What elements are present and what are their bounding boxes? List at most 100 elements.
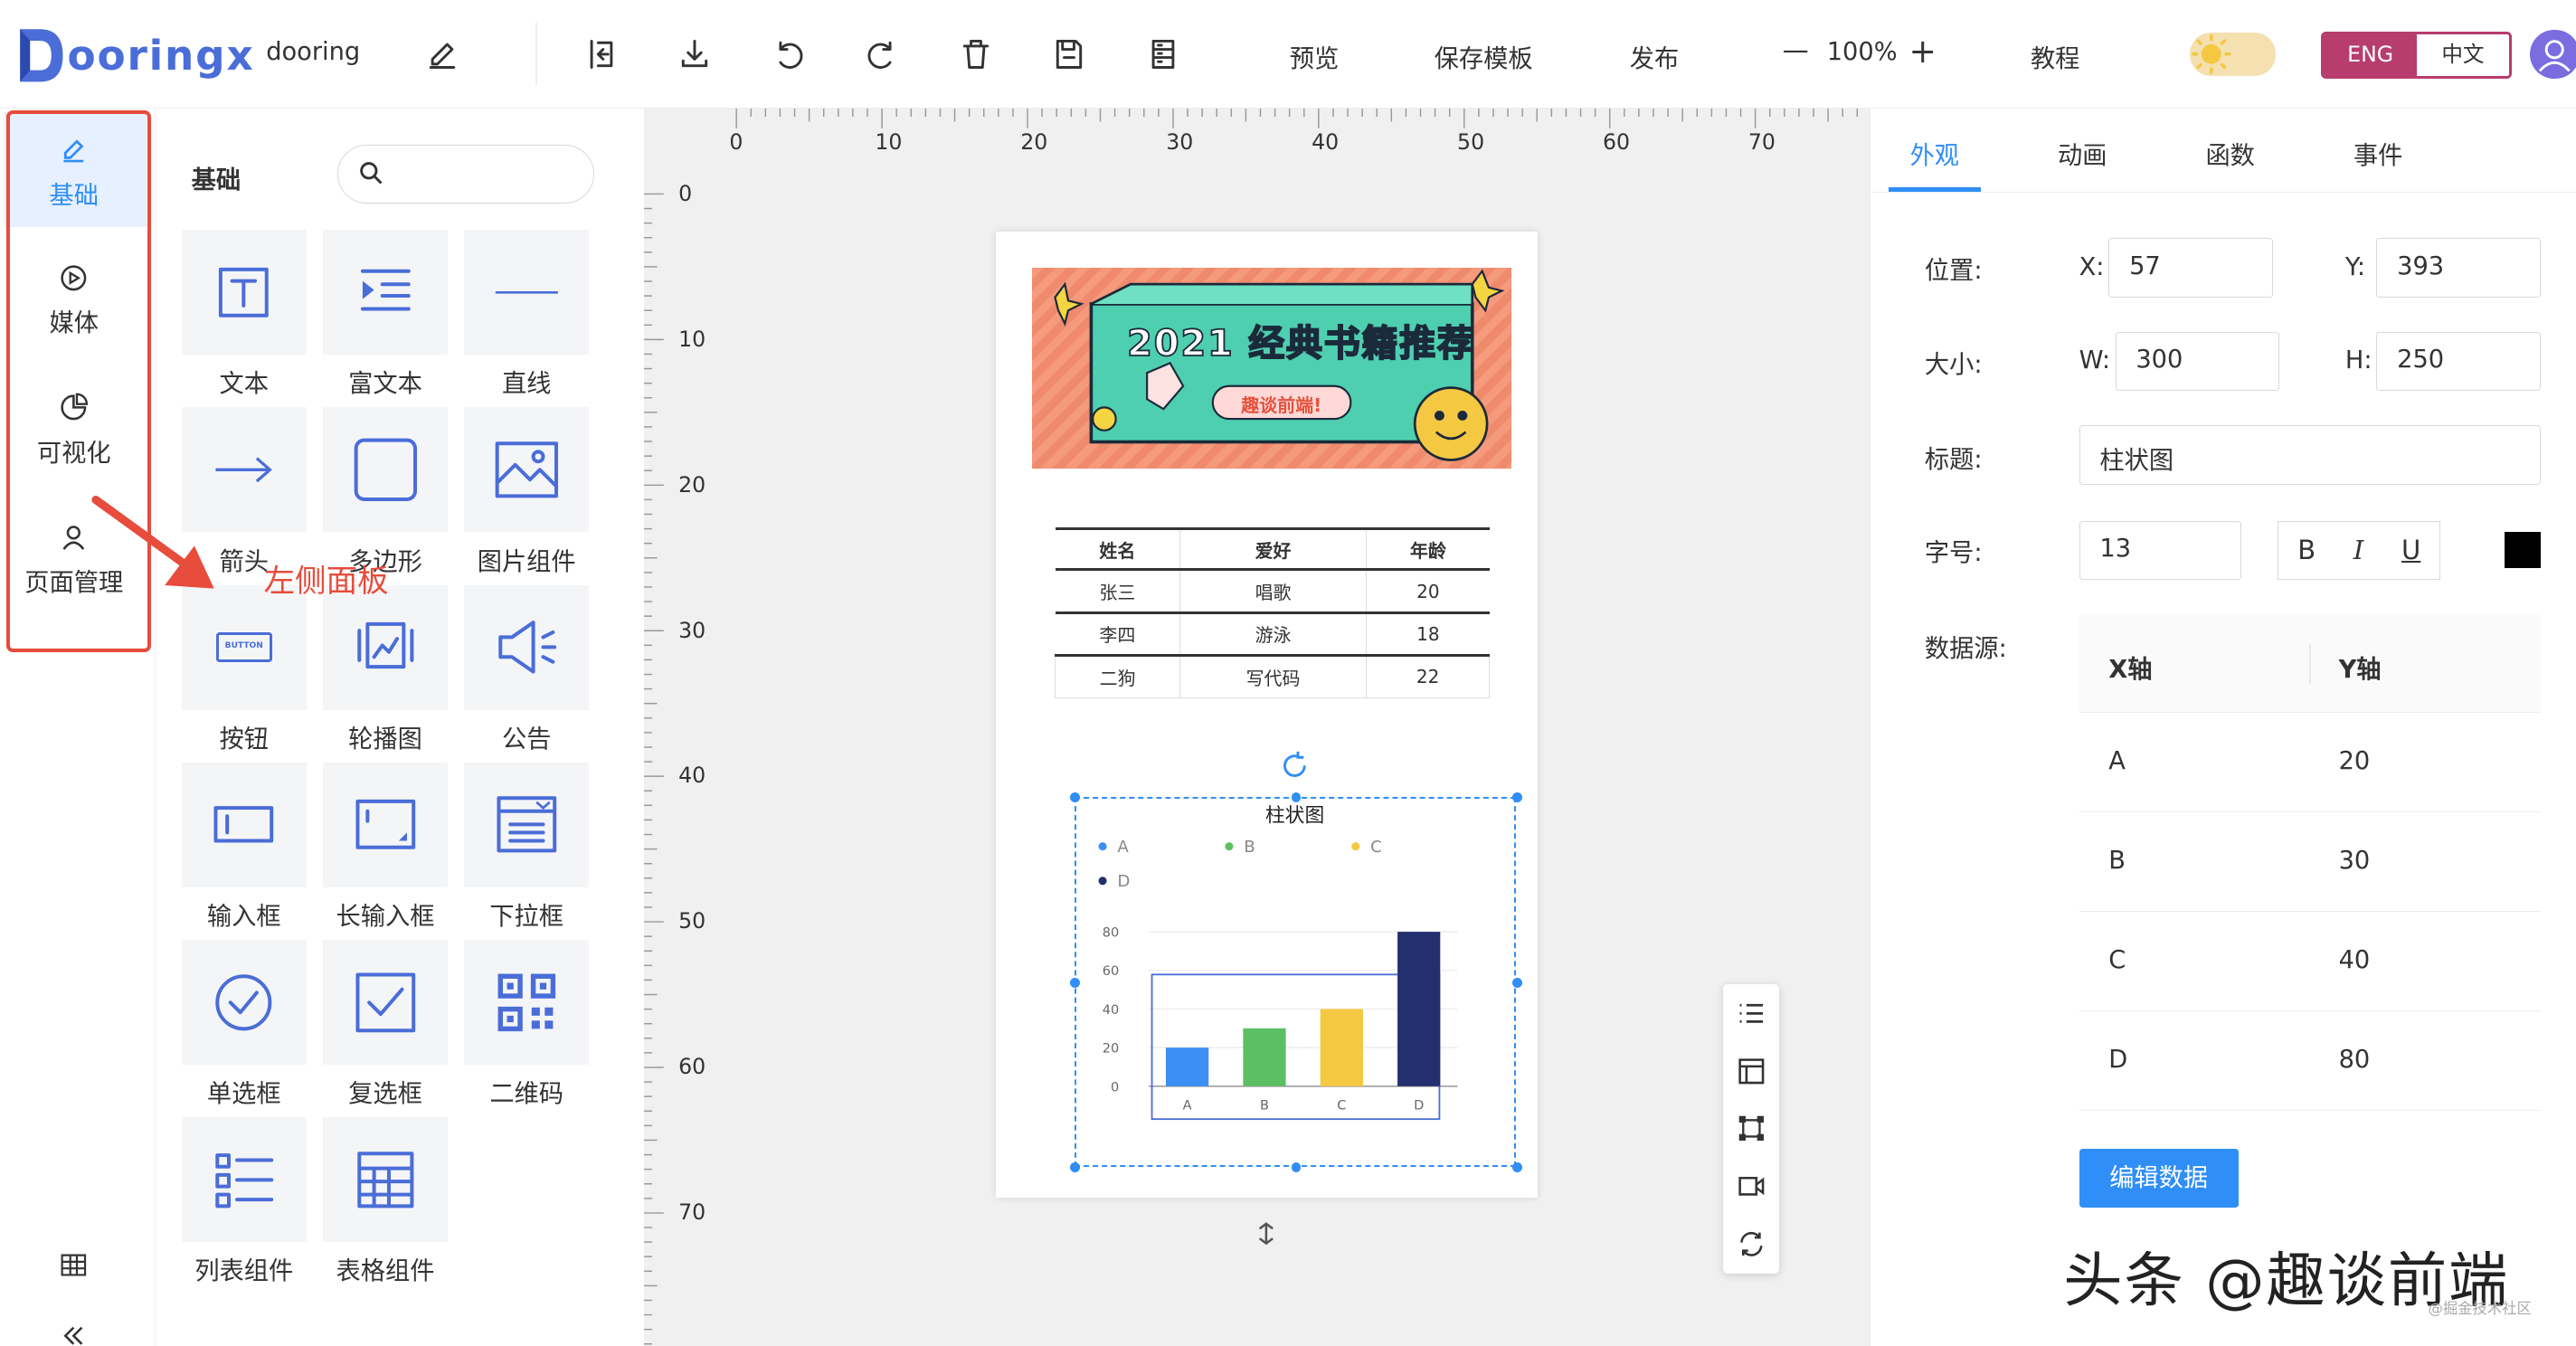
save-icon[interactable] xyxy=(1051,36,1087,72)
data-table[interactable]: 姓名 爱好 年龄 张三 唱歌 20 李四 游泳 18 二狗 写代码 22 xyxy=(1055,527,1491,698)
resize-handle[interactable] xyxy=(1511,977,1522,988)
tab-events[interactable]: 事件 xyxy=(2353,135,2402,171)
zoom-out-button[interactable]: — xyxy=(1783,34,1809,65)
component-text[interactable]: 文本 xyxy=(181,230,307,399)
left-nav: 基础 媒体 可视化 页面管理 xyxy=(0,108,155,1346)
width-field[interactable]: 300 xyxy=(2115,331,2280,392)
x-field[interactable]: 57 xyxy=(2108,238,2273,298)
save-template-button[interactable]: 保存模板 xyxy=(1435,38,1533,74)
table-row[interactable]: A 20 xyxy=(2079,713,2541,813)
edit-data-button[interactable]: 编辑数据 xyxy=(2079,1148,2239,1208)
component-textarea[interactable]: 长输入框 xyxy=(322,762,448,932)
component-polygon[interactable]: 多边形 xyxy=(322,407,448,576)
layers-list-icon[interactable] xyxy=(1737,999,1766,1028)
component-notice[interactable]: 公告 xyxy=(464,584,590,754)
layout-icon[interactable] xyxy=(1737,1057,1766,1086)
user-avatar-icon xyxy=(2538,39,2571,72)
table-row: 二狗 写代码 22 xyxy=(1055,655,1491,698)
bar xyxy=(1397,932,1441,1086)
code-file-icon[interactable] xyxy=(1145,36,1181,72)
tab-appearance[interactable]: 外观 xyxy=(1910,135,1959,171)
title-field[interactable]: 柱状图 xyxy=(2079,425,2541,485)
video-icon[interactable] xyxy=(1737,1171,1766,1201)
table-row[interactable]: B 30 xyxy=(2079,812,2541,912)
y-field[interactable]: 393 xyxy=(2376,238,2541,298)
w-label: W: xyxy=(2079,346,2111,375)
component-rich-text[interactable]: 富文本 xyxy=(322,230,448,399)
bold-button[interactable]: B xyxy=(2297,535,2316,565)
component-radio[interactable]: 单选框 xyxy=(181,939,307,1109)
component-list[interactable]: 列表组件 xyxy=(181,1117,307,1286)
avatar[interactable] xyxy=(2530,29,2576,80)
font-size-field[interactable]: 13 xyxy=(2079,520,2242,581)
edit-icon[interactable] xyxy=(424,36,460,72)
component-carousel[interactable]: 轮播图 xyxy=(322,584,448,754)
language-switch[interactable]: ENG 中文 xyxy=(2321,31,2513,80)
ds-header-y: Y轴 xyxy=(2338,656,2382,685)
table-row[interactable]: C 40 xyxy=(2079,912,2541,1011)
height-field[interactable]: 250 xyxy=(2376,331,2541,392)
resize-handle[interactable] xyxy=(1511,792,1522,803)
underline-button[interactable]: U xyxy=(2401,535,2420,565)
ruler-label: 50 xyxy=(1457,129,1485,156)
component-image[interactable]: 图片组件 xyxy=(464,407,590,576)
lang-cn[interactable]: 中文 xyxy=(2416,33,2510,77)
component-dropdown[interactable]: 下拉框 xyxy=(464,762,590,932)
chart-selection[interactable]: 柱状图 A B C D 0 20 40 60 80 A B C D xyxy=(1074,796,1517,1167)
component-button[interactable]: BUTTON 按钮 xyxy=(181,584,307,754)
component-table[interactable]: 表格组件 xyxy=(322,1117,448,1286)
position-label: 位置: xyxy=(1924,257,1983,286)
undo-icon[interactable] xyxy=(771,36,807,72)
logo[interactable]: ooringx xyxy=(14,23,255,89)
publish-button[interactable]: 发布 xyxy=(1630,38,1679,74)
ruler-label: 50 xyxy=(678,908,706,934)
component-input[interactable]: 输入框 xyxy=(181,762,307,932)
table-row[interactable]: D 80 xyxy=(2079,1011,2541,1111)
component-checkbox[interactable]: 复选框 xyxy=(322,939,448,1109)
resize-handle[interactable] xyxy=(1070,1162,1081,1172)
banner-image[interactable]: 2021 经典书籍推荐 趣谈前端! xyxy=(1031,268,1511,469)
resize-handle[interactable] xyxy=(1070,977,1081,988)
table-cell: 游泳 xyxy=(1179,612,1367,656)
ruler-label: 40 xyxy=(1312,129,1340,156)
tutorial-link[interactable]: 教程 xyxy=(2031,38,2079,74)
grid-icon[interactable] xyxy=(59,1252,89,1278)
ds-cell-y: 80 xyxy=(2338,1046,2371,1075)
ruler-label: 20 xyxy=(1020,129,1048,156)
resize-handle[interactable] xyxy=(1511,1162,1522,1172)
resize-handle[interactable] xyxy=(1291,1162,1302,1172)
page-resize-icon[interactable] xyxy=(1256,1222,1276,1246)
ruler-label: 20 xyxy=(678,471,706,498)
tab-animation[interactable]: 动画 xyxy=(2058,135,2107,171)
datasource-table: X轴 Y轴 A 20 B 30 C 40 D 80 xyxy=(2079,614,2541,1111)
italic-button[interactable]: I xyxy=(2353,535,2363,565)
legend-marker xyxy=(1098,842,1107,851)
page-canvas[interactable]: 2021 经典书籍推荐 趣谈前端! 姓名 爱好 年龄 张三 唱歌 20 李四 游… xyxy=(995,232,1539,1199)
banner-tag: 趣谈前端! xyxy=(1241,394,1322,417)
component-label: 输入框 xyxy=(206,902,281,931)
collapse-icon[interactable] xyxy=(59,1324,89,1346)
ds-header-x: X轴 xyxy=(2108,656,2153,685)
select-area-icon[interactable] xyxy=(1737,1114,1766,1143)
rotate-handle-icon[interactable] xyxy=(1280,751,1310,781)
refresh-icon[interactable] xyxy=(1737,1229,1766,1259)
zoom-level: 100% xyxy=(1826,37,1898,66)
search-box[interactable] xyxy=(337,144,594,204)
preview-button[interactable]: 预览 xyxy=(1290,38,1339,74)
theme-toggle[interactable] xyxy=(2190,33,2276,76)
component-label: 下拉框 xyxy=(489,902,564,931)
tab-functions[interactable]: 函数 xyxy=(2205,135,2254,171)
legend-label: C xyxy=(1370,838,1382,857)
table-cell: 唱歌 xyxy=(1179,569,1367,613)
zoom-in-button[interactable]: + xyxy=(1909,32,1937,71)
component-qrcode[interactable]: 二维码 xyxy=(464,939,590,1109)
component-line[interactable]: 直线 xyxy=(464,230,590,399)
redo-icon[interactable] xyxy=(864,36,900,72)
lang-en[interactable]: ENG xyxy=(2324,33,2417,77)
download-icon[interactable] xyxy=(677,36,713,72)
import-icon[interactable] xyxy=(583,36,620,72)
bar-chart: 柱状图 A B C D 0 20 40 60 80 A B C D xyxy=(1098,804,1458,1120)
font-color-swatch[interactable] xyxy=(2505,532,2541,569)
search-input[interactable] xyxy=(391,155,581,192)
delete-icon[interactable] xyxy=(958,36,994,72)
